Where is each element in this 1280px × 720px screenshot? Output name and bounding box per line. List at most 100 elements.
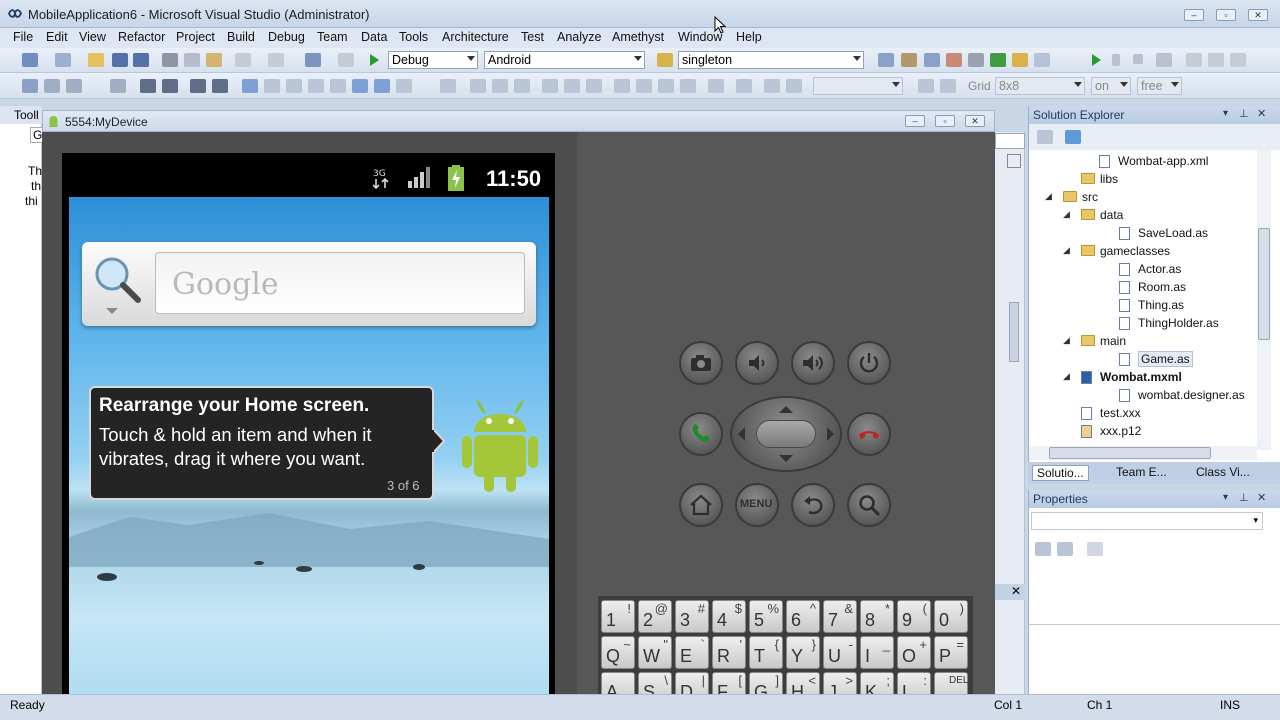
indent-icon[interactable] bbox=[110, 79, 126, 93]
comment-icon[interactable] bbox=[190, 79, 206, 93]
start-debugging-icon[interactable] bbox=[368, 53, 380, 67]
properties-icon[interactable] bbox=[901, 53, 917, 67]
close-icon[interactable]: ✕ bbox=[1257, 491, 1266, 504]
close-icon[interactable]: ✕ bbox=[995, 584, 1025, 600]
align-right-icon[interactable] bbox=[514, 79, 530, 93]
mode-dropdown[interactable]: free bbox=[1137, 77, 1182, 95]
call-button[interactable] bbox=[681, 414, 721, 454]
menu-button[interactable]: MENU bbox=[737, 485, 777, 525]
step-out-icon[interactable] bbox=[1230, 53, 1246, 67]
arrow-down-icon[interactable] bbox=[778, 454, 794, 464]
menu-team[interactable]: Team bbox=[317, 30, 348, 44]
keyboard-key[interactable]: R ' bbox=[712, 636, 746, 669]
maximize-button[interactable]: ▫ bbox=[1216, 9, 1236, 21]
android-robot-icon[interactable] bbox=[460, 398, 542, 492]
align-center-icon[interactable] bbox=[440, 79, 456, 93]
keyboard-key[interactable]: 2 @ bbox=[638, 600, 672, 633]
minimize-button[interactable]: – bbox=[905, 115, 925, 127]
categorized-icon[interactable] bbox=[1035, 542, 1051, 556]
copy-icon[interactable] bbox=[184, 53, 200, 67]
configuration-dropdown[interactable]: Debug bbox=[388, 51, 478, 69]
align-bottom-icon[interactable] bbox=[564, 79, 580, 93]
window-layout-icon[interactable] bbox=[1034, 53, 1050, 67]
tree-item[interactable]: Game.as bbox=[1029, 350, 1257, 368]
horizontal-scrollbar[interactable] bbox=[1029, 446, 1257, 460]
dpad-center-button[interactable] bbox=[756, 420, 816, 448]
tree-item[interactable]: Actor.as bbox=[1029, 260, 1257, 278]
tree-item[interactable]: test.xxx bbox=[1029, 404, 1257, 422]
extension-icon[interactable] bbox=[1012, 53, 1028, 67]
volume-up-button[interactable] bbox=[793, 343, 833, 383]
continue-icon[interactable] bbox=[1090, 53, 1102, 67]
add-item-icon[interactable] bbox=[55, 53, 71, 67]
align-left-icon[interactable] bbox=[470, 79, 486, 93]
pane-menu-icon[interactable]: ▾ bbox=[1223, 492, 1228, 503]
keyboard-key[interactable]: 8 * bbox=[860, 600, 894, 633]
volume-down-button[interactable] bbox=[737, 343, 777, 383]
minimize-button[interactable]: – bbox=[1184, 9, 1204, 21]
paste-icon[interactable] bbox=[206, 53, 222, 67]
step-over-icon[interactable] bbox=[1208, 53, 1224, 67]
keyboard-key[interactable]: 6 ^ bbox=[786, 600, 820, 633]
tree-item[interactable]: ◢ data bbox=[1029, 206, 1257, 224]
center-horizontally-icon[interactable] bbox=[764, 79, 780, 93]
restart-icon[interactable] bbox=[1156, 53, 1172, 67]
menu-project[interactable]: Project bbox=[176, 30, 215, 44]
keyboard-key[interactable]: T{ bbox=[749, 636, 783, 669]
horizontal-spacing-icon[interactable] bbox=[708, 79, 724, 93]
tree-item[interactable]: ◢ main bbox=[1029, 332, 1257, 350]
make-same-width-icon[interactable] bbox=[614, 79, 630, 93]
solution-explorer-icon[interactable] bbox=[878, 53, 894, 67]
menu-build[interactable]: Build bbox=[227, 30, 255, 44]
collapse-icon[interactable]: ◢ bbox=[1063, 209, 1070, 220]
back-button[interactable] bbox=[793, 485, 833, 525]
bring-to-front-icon[interactable] bbox=[918, 79, 934, 93]
redo-icon[interactable] bbox=[268, 53, 284, 67]
collapse-icon[interactable]: ◢ bbox=[1063, 245, 1070, 256]
grid-size-dropdown[interactable]: 8x8 bbox=[995, 77, 1085, 95]
increase-indent-icon[interactable] bbox=[162, 79, 178, 93]
keyboard-key[interactable]: P = bbox=[934, 636, 968, 669]
next-bookmark-folder-icon[interactable] bbox=[330, 79, 346, 93]
keyboard-key[interactable]: Q ~ bbox=[601, 636, 635, 669]
decrease-indent-icon[interactable] bbox=[140, 79, 156, 93]
menu-amethyst[interactable]: Amethyst bbox=[612, 30, 664, 44]
tab-team-explorer[interactable]: Team E... bbox=[1116, 465, 1167, 479]
size-to-grid-icon[interactable] bbox=[680, 79, 696, 93]
tree-item[interactable]: Thing.as bbox=[1029, 296, 1257, 314]
home-button[interactable] bbox=[681, 485, 721, 525]
dpad[interactable] bbox=[732, 398, 840, 470]
snap-dropdown[interactable]: on bbox=[1091, 77, 1131, 95]
keyboard-key[interactable]: O + bbox=[897, 636, 931, 669]
deploy-icon[interactable] bbox=[990, 53, 1006, 67]
font-dropdown[interactable] bbox=[813, 77, 903, 95]
make-same-height-icon[interactable] bbox=[636, 79, 652, 93]
align-to-grid-icon[interactable] bbox=[22, 79, 38, 93]
arrow-right-icon[interactable] bbox=[826, 426, 836, 442]
tree-item[interactable]: ThingHolder.as bbox=[1029, 314, 1257, 332]
platform-dropdown[interactable]: Android bbox=[484, 51, 645, 69]
tree-item[interactable]: xxx.p12 bbox=[1029, 422, 1257, 440]
prev-file-bookmark-icon[interactable] bbox=[352, 79, 368, 93]
tree-item[interactable]: wombat.designer.as bbox=[1029, 386, 1257, 404]
close-icon[interactable]: ✕ bbox=[1257, 107, 1266, 120]
menu-refactor[interactable]: Refactor bbox=[118, 30, 165, 44]
align-lefts-icon[interactable] bbox=[44, 79, 60, 93]
menu-test[interactable]: Test bbox=[521, 30, 544, 44]
step-into-icon[interactable] bbox=[1186, 53, 1202, 67]
keyboard-key[interactable]: 1! bbox=[601, 600, 635, 633]
next-file-bookmark-icon[interactable] bbox=[374, 79, 390, 93]
keyboard-key[interactable]: I _ bbox=[860, 636, 894, 669]
power-button[interactable] bbox=[849, 343, 889, 383]
find-in-files-icon[interactable] bbox=[657, 53, 673, 67]
keyboard-key[interactable]: 3 # bbox=[675, 600, 709, 633]
menu-edit[interactable]: Edit bbox=[46, 30, 68, 44]
end-call-button[interactable] bbox=[849, 414, 889, 454]
align-middle-icon[interactable] bbox=[492, 79, 508, 93]
find-combo[interactable]: singleton bbox=[678, 51, 864, 69]
split-icon[interactable] bbox=[1007, 154, 1021, 168]
menu-view[interactable]: View bbox=[79, 30, 106, 44]
editor-dropdown[interactable] bbox=[995, 133, 1025, 149]
undo-icon[interactable] bbox=[235, 53, 251, 67]
vertical-spacing-icon[interactable] bbox=[736, 79, 752, 93]
